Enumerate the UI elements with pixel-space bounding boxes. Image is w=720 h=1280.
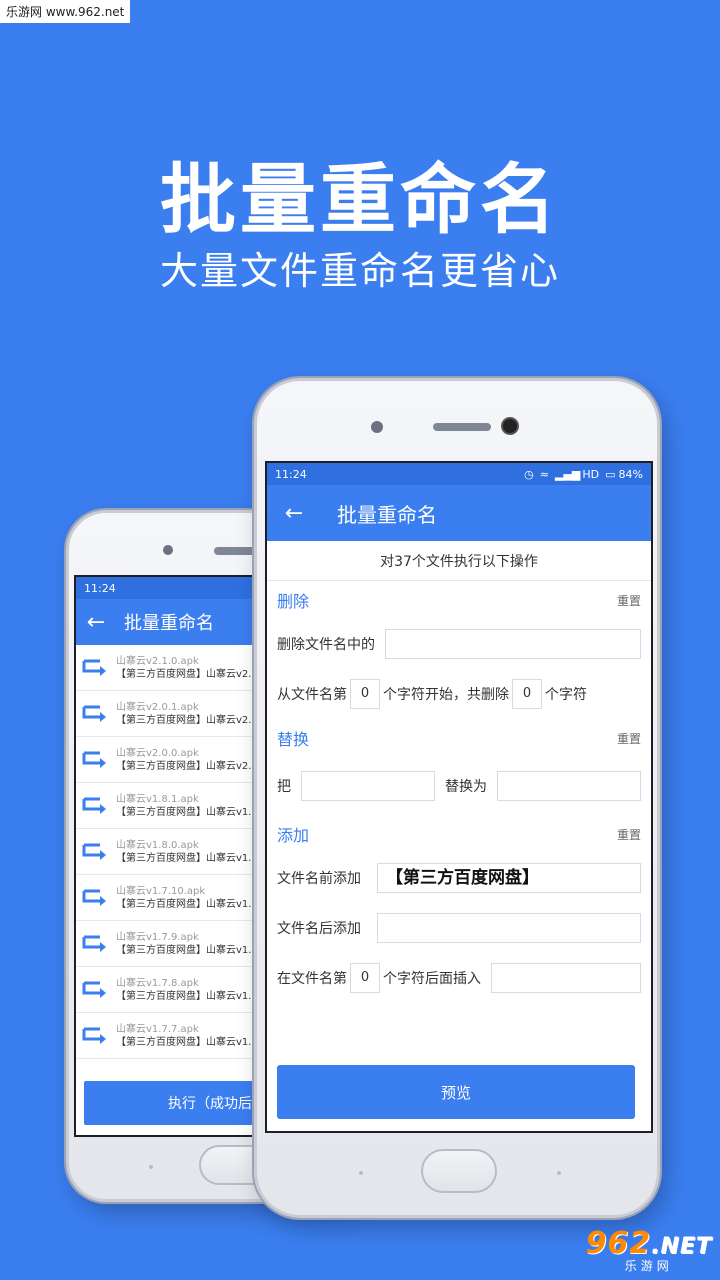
rename-arrow-icon — [82, 1025, 112, 1047]
nav-key-dot — [149, 1165, 153, 1169]
network-type: HD — [582, 467, 600, 481]
file-old-name: 山寨云v2.1.0.apk — [116, 655, 199, 667]
file-old-name: 山寨云v2.0.0.apk — [116, 747, 199, 759]
file-new-name: 【第三方百度网盘】山寨云v1.7 — [116, 898, 258, 910]
delete-range-prefix: 从文件名第 — [277, 687, 347, 703]
replace-section-header: 替换 重置 — [267, 719, 651, 757]
file-old-name: 山寨云v1.7.9.apk — [116, 931, 199, 943]
add-prefix-label: 文件名前添加 — [277, 871, 361, 887]
replace-from-label: 把 — [277, 779, 291, 795]
rename-arrow-icon — [82, 703, 112, 725]
file-old-name: 山寨云v1.8.0.apk — [116, 839, 199, 851]
front-camera — [501, 417, 519, 435]
add-prefix-row: 文件名前添加 【第三方百度网盘】 — [267, 853, 651, 903]
file-new-name: 【第三方百度网盘】山寨云v2.1 — [116, 668, 258, 680]
file-new-name: 【第三方百度网盘】山寨云v2.0 — [116, 714, 258, 726]
file-new-name: 【第三方百度网盘】山寨云v1.8 — [116, 806, 258, 818]
preview-button[interactable]: 预览 — [277, 1065, 635, 1119]
toolbar-title: 批量重命名 — [124, 613, 214, 634]
front-phone: 11:24 ◷ ≈ ▂▄▆ HD ▭ 84% ← 批量重命名 对37个文件执行以… — [254, 378, 660, 1218]
file-old-name: 山寨云v2.0.1.apk — [116, 701, 199, 713]
insert-suffix-label: 个字符后面插入 — [383, 971, 481, 987]
status-bar: 11:24 ◷ ≈ ▂▄▆ HD ▭ 84% — [267, 463, 651, 485]
delete-text-label: 删除文件名中的 — [277, 637, 375, 653]
nav-key-dot — [557, 1171, 561, 1175]
file-new-name: 【第三方百度网盘】山寨云v2.0 — [116, 760, 258, 772]
nav-key-dot — [359, 1171, 363, 1175]
file-old-name: 山寨云v1.7.10.apk — [116, 885, 206, 897]
replace-to-input[interactable] — [497, 771, 641, 801]
delete-text-row: 删除文件名中的 — [267, 619, 651, 669]
rename-arrow-icon — [82, 887, 112, 909]
file-new-name: 【第三方百度网盘】山寨云v1.7 — [116, 944, 258, 956]
status-time: 11:24 — [275, 467, 307, 481]
site-watermark-logo: 962.NET 乐游网 — [586, 1226, 712, 1274]
file-old-name: 山寨云v1.7.7.apk — [116, 1023, 199, 1035]
watermark-logo-number: 962 — [585, 1226, 652, 1261]
app-toolbar: ← 批量重命名 — [267, 485, 651, 541]
status-time: 11:24 — [84, 581, 116, 595]
file-old-name: 山寨云v1.8.1.apk — [116, 793, 199, 805]
file-new-name: 【第三方百度网盘】山寨云v1.8 — [116, 852, 258, 864]
replace-section-title: 替换 — [277, 730, 310, 749]
insert-row: 在文件名第 0 个字符后面插入 — [267, 953, 651, 1003]
watermark-logo-text: 962.NET — [586, 1226, 712, 1261]
earpiece-speaker — [214, 547, 258, 555]
file-new-name: 【第三方百度网盘】山寨云v1.7 — [116, 990, 258, 1002]
alarm-icon: ◷ — [524, 467, 534, 481]
add-prefix-input[interactable]: 【第三方百度网盘】 — [377, 863, 641, 893]
home-button[interactable] — [421, 1149, 497, 1193]
delete-count-input[interactable]: 0 — [512, 679, 542, 709]
earpiece-speaker — [433, 423, 491, 431]
operation-header: 对37个文件执行以下操作 — [267, 541, 651, 581]
file-new-name: 【第三方百度网盘】山寨云v1.7 — [116, 1036, 258, 1048]
delete-range-row: 从文件名第 0 个字符开始，共删除 0 个字符 — [267, 669, 651, 719]
insert-position-input[interactable]: 0 — [350, 963, 380, 993]
battery-icon: ▭ — [605, 467, 616, 481]
site-watermark-top: 乐游网 www.962.net — [0, 0, 131, 23]
wifi-icon: ≈ — [539, 467, 549, 481]
watermark-logo-net: .NET — [651, 1234, 712, 1259]
replace-to-label: 替换为 — [445, 779, 487, 795]
delete-start-input[interactable]: 0 — [350, 679, 380, 709]
delete-text-input[interactable] — [385, 629, 641, 659]
signal-icon: ▂▄▆ — [555, 467, 581, 481]
delete-range-middle: 个字符开始，共删除 — [383, 687, 509, 703]
insert-prefix-label: 在文件名第 — [277, 971, 347, 987]
add-section-header: 添加 重置 — [267, 815, 651, 853]
delete-reset-button[interactable]: 重置 — [617, 592, 641, 609]
add-suffix-label: 文件名后添加 — [277, 921, 361, 937]
delete-section-title: 删除 — [277, 592, 310, 611]
back-arrow-icon[interactable]: ← — [76, 610, 116, 635]
rename-arrow-icon — [82, 795, 112, 817]
rename-arrow-icon — [82, 979, 112, 1001]
replace-reset-button[interactable]: 重置 — [617, 730, 641, 747]
add-reset-button[interactable]: 重置 — [617, 826, 641, 843]
toolbar-title: 批量重命名 — [337, 502, 437, 527]
replace-row: 把 替换为 — [267, 757, 651, 815]
delete-section-header: 删除 重置 — [267, 581, 651, 619]
battery-level: 84% — [618, 467, 643, 481]
rename-arrow-icon — [82, 749, 112, 771]
insert-text-input[interactable] — [491, 963, 641, 993]
add-section-title: 添加 — [277, 826, 310, 845]
proximity-sensor — [163, 545, 173, 555]
file-old-name: 山寨云v1.7.8.apk — [116, 977, 199, 989]
replace-from-input[interactable] — [301, 771, 435, 801]
rename-arrow-icon — [82, 657, 112, 679]
hero-subtitle: 大量文件重命名更省心 — [159, 249, 560, 293]
add-suffix-input[interactable] — [377, 913, 641, 943]
delete-range-suffix: 个字符 — [545, 687, 587, 703]
rename-arrow-icon — [82, 841, 112, 863]
add-suffix-row: 文件名后添加 — [267, 903, 651, 953]
back-arrow-icon[interactable]: ← — [267, 501, 321, 526]
proximity-sensor — [371, 421, 383, 433]
front-phone-screen: 11:24 ◷ ≈ ▂▄▆ HD ▭ 84% ← 批量重命名 对37个文件执行以… — [265, 461, 653, 1133]
rename-arrow-icon — [82, 933, 112, 955]
hero-title: 批量重命名 — [160, 155, 560, 244]
